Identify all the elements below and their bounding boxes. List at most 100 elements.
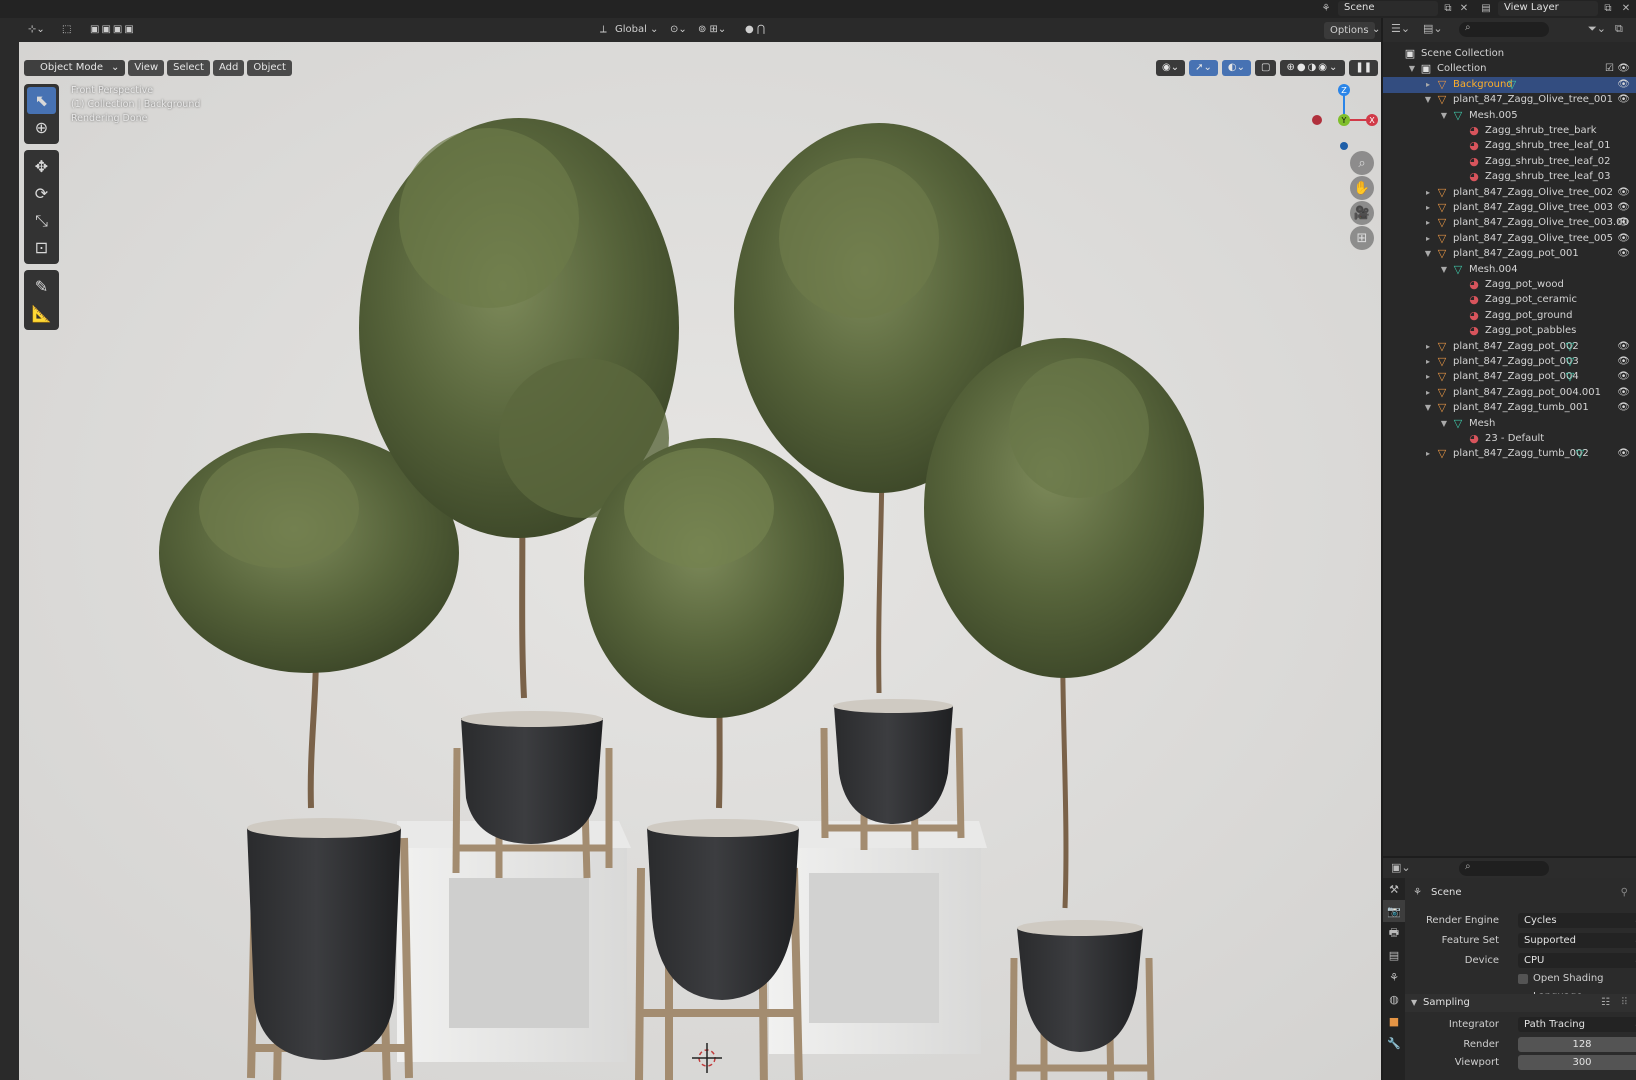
outliner-row[interactable]: ▸ ▽ plant_847_Zagg_pot_002 ▽ 👁 (1383, 339, 1636, 355)
outliner-editor-type-icon[interactable]: ☰⌄ (1391, 22, 1410, 35)
new-view-layer-icon[interactable]: ⧉ (1600, 1, 1616, 16)
outliner-row[interactable]: ◕ Zagg_pot_ceramic (1383, 292, 1636, 308)
camera-view-icon[interactable]: 🎥 (1350, 201, 1374, 225)
transform-tool-icon[interactable]: ⊡ (27, 234, 56, 261)
outliner-row[interactable]: ▸ ▽ plant_847_Zagg_Olive_tree_003.00 👁 (1383, 215, 1636, 231)
move-tool-icon[interactable]: ✥ (27, 153, 56, 180)
visibility-eye-icon[interactable]: 👁 (1617, 339, 1630, 355)
outliner-row[interactable]: ▸ ▽ plant_847_Zagg_Olive_tree_002 👁 (1383, 185, 1636, 201)
outliner-row[interactable]: ◕ Zagg_pot_ground (1383, 308, 1636, 324)
view-layer-field[interactable]: View Layer (1498, 1, 1598, 16)
visibility-eye-icon[interactable]: 👁 (1617, 215, 1630, 231)
outliner-row[interactable]: ▼ ▣ Collection ☑ 👁 (1383, 61, 1636, 77)
expand-toggle-icon[interactable]: ▸ (1423, 369, 1433, 385)
outliner-row[interactable]: ▼ ▽ plant_847_Zagg_tumb_001 👁 (1383, 400, 1636, 416)
expand-toggle-icon[interactable]: ▸ (1423, 339, 1433, 355)
scene-tab-icon[interactable]: ⚘ (1383, 966, 1405, 988)
expand-toggle-icon[interactable]: ▸ (1423, 446, 1433, 462)
outliner-row[interactable]: ▼ ▽ plant_847_Zagg_pot_001 👁 (1383, 246, 1636, 262)
outliner-row[interactable]: ▼ ▽ Mesh.004 (1383, 262, 1636, 278)
expand-toggle-icon[interactable]: ▼ (1439, 262, 1449, 278)
visibility-eye-icon[interactable]: 👁 (1617, 400, 1630, 416)
outliner-row[interactable]: ▸ ▽ plant_847_Zagg_pot_004 ▽ 👁 (1383, 369, 1636, 385)
shading-mode-icons[interactable]: ⊕●◑◉⌄ (1280, 60, 1346, 76)
modifier-tab-icon[interactable]: 🔧 (1383, 1032, 1405, 1054)
new-collection-icon[interactable]: ⧉ (1615, 22, 1623, 36)
visibility-eye-icon[interactable]: 👁 (1617, 92, 1630, 108)
outliner-row[interactable]: ▸ ▽ Background ▽ 👁 (1383, 76, 1636, 93)
snap-icon[interactable]: ⊚ ⊞⌄ (698, 21, 726, 38)
scene-icon[interactable]: ⚘ (1318, 1, 1334, 16)
render-samples-field[interactable]: 128 (1518, 1037, 1636, 1052)
mesh-data-icon[interactable]: ▽ (1563, 339, 1577, 355)
outliner-row[interactable]: ◕ Zagg_shrub_tree_leaf_02 (1383, 154, 1636, 170)
render-tab-icon[interactable]: 📷 (1383, 900, 1405, 922)
3d-viewport[interactable]: ⊹⌄ ⬚ ▣▣▣▣ ⟂ Global ⌄ ⊙⌄ ⊚ ⊞⌄ ● ⋂ Options… (0, 18, 1381, 1080)
properties-editor-type-icon[interactable]: ▣⌄ (1391, 861, 1411, 874)
measure-tool-icon[interactable]: 📐 (27, 300, 56, 327)
overlay-toggle-icon[interactable]: ◐⌄ (1221, 60, 1251, 76)
expand-toggle-icon[interactable]: ▸ (1423, 231, 1433, 247)
outliner-row[interactable]: ▸ ▽ plant_847_Zagg_pot_004.001 👁 (1383, 385, 1636, 401)
visibility-eye-icon[interactable]: 👁 (1617, 61, 1630, 77)
outliner-row[interactable]: ▸ ▽ plant_847_Zagg_Olive_tree_005 👁 (1383, 231, 1636, 247)
outliner-row[interactable]: ▼ ▽ Mesh.005 (1383, 108, 1636, 124)
outliner-row[interactable]: ▸ ▽ plant_847_Zagg_pot_003 ▽ 👁 (1383, 354, 1636, 370)
add-menu[interactable]: Add (212, 60, 245, 76)
visibility-eye-icon[interactable]: 👁 (1617, 200, 1630, 216)
gizmo-toggle-icon[interactable]: ➚⌄ (1189, 60, 1218, 76)
outliner-row[interactable]: ▸ ▽ plant_847_Zagg_tumb_002 ▽ 👁 (1383, 446, 1636, 462)
outliner-row[interactable]: ◕ Zagg_shrub_tree_bark (1383, 123, 1636, 139)
view-layer-icon[interactable]: ▤ (1478, 1, 1494, 16)
outliner-row[interactable]: ◕ Zagg_pot_pabbles (1383, 323, 1636, 339)
select-box-icon[interactable]: ⬚ (62, 21, 71, 38)
selection-mode-icons[interactable]: ▣▣▣▣ (90, 21, 136, 38)
transform-orientation-dropdown[interactable]: Global (615, 21, 647, 38)
feature-set-dropdown[interactable]: Supported⌄ (1518, 933, 1636, 948)
expand-toggle-icon[interactable]: ▸ (1423, 215, 1433, 231)
pivot-point-icon[interactable]: ⊙⌄ (670, 21, 687, 38)
expand-toggle-icon[interactable]: ▸ (1423, 385, 1433, 401)
visibility-eye-icon[interactable]: 👁 (1617, 246, 1630, 262)
options-dropdown[interactable]: Options (1324, 22, 1375, 39)
mesh-data-icon[interactable]: ▽ (1563, 354, 1577, 370)
expand-toggle-icon[interactable]: ▸ (1423, 354, 1433, 370)
proportional-edit-icon[interactable]: ● ⋂ (745, 21, 765, 38)
tool-tab-icon[interactable]: ⚒ (1383, 878, 1405, 900)
view-menu[interactable]: View (128, 60, 165, 76)
object-mode-dropdown[interactable]: Object Mode (24, 60, 126, 76)
expand-toggle-icon[interactable]: ▼ (1439, 108, 1449, 124)
outliner-search-input[interactable]: ⌕ (1459, 22, 1549, 37)
mesh-data-icon[interactable]: ▽ (1573, 446, 1587, 462)
drag-handle-icon[interactable]: ⠿ (1621, 994, 1628, 1012)
expand-toggle-icon[interactable]: ▼ (1423, 246, 1433, 262)
visibility-eye-icon[interactable]: 👁 (1617, 369, 1630, 385)
new-scene-icon[interactable]: ⧉ (1440, 1, 1456, 16)
transform-orientation-icon[interactable]: ⟂ (600, 21, 607, 38)
object-tab-icon[interactable]: ■ (1383, 1010, 1405, 1032)
expand-toggle-icon[interactable]: ▸ (1423, 77, 1433, 93)
rotate-tool-icon[interactable]: ⟳ (27, 180, 56, 207)
view-layer-tab-icon[interactable]: ▤ (1383, 944, 1405, 966)
object-menu[interactable]: Object (247, 60, 292, 76)
outliner-row[interactable]: ◕ 23 - Default (1383, 431, 1636, 447)
filter-icon[interactable]: ⏷⌄ (1588, 22, 1606, 36)
scale-tool-icon[interactable]: ⤡ (27, 207, 56, 234)
navigation-gizmo[interactable]: Z Y X (1300, 80, 1380, 150)
delete-scene-icon[interactable]: ✕ (1456, 1, 1472, 16)
mesh-data-icon[interactable]: ▽ (1563, 369, 1577, 385)
expand-toggle-icon[interactable]: ▼ (1423, 400, 1433, 416)
pin-icon[interactable]: ⚲ (1621, 884, 1628, 902)
world-tab-icon[interactable]: ◍ (1383, 988, 1405, 1010)
visibility-eye-icon[interactable]: 👁 (1617, 385, 1630, 401)
viewport-samples-field[interactable]: 300 (1518, 1055, 1636, 1070)
outliner-row[interactable]: ▣ Scene Collection (1383, 46, 1636, 62)
outliner-row[interactable]: ▸ ▽ plant_847_Zagg_Olive_tree_003 👁 (1383, 200, 1636, 216)
mesh-data-icon[interactable]: ▽ (1505, 77, 1519, 93)
visibility-eye-icon[interactable]: 👁 (1617, 231, 1630, 247)
delete-view-layer-icon[interactable]: ✕ (1618, 1, 1634, 16)
display-mode-icon[interactable]: ▤⌄ (1423, 22, 1443, 35)
collapse-header-icon[interactable]: ⌄ (1372, 21, 1380, 38)
outliner-row[interactable]: ◕ Zagg_pot_wood (1383, 277, 1636, 293)
annotate-tool-icon[interactable]: ✎ (27, 273, 56, 300)
